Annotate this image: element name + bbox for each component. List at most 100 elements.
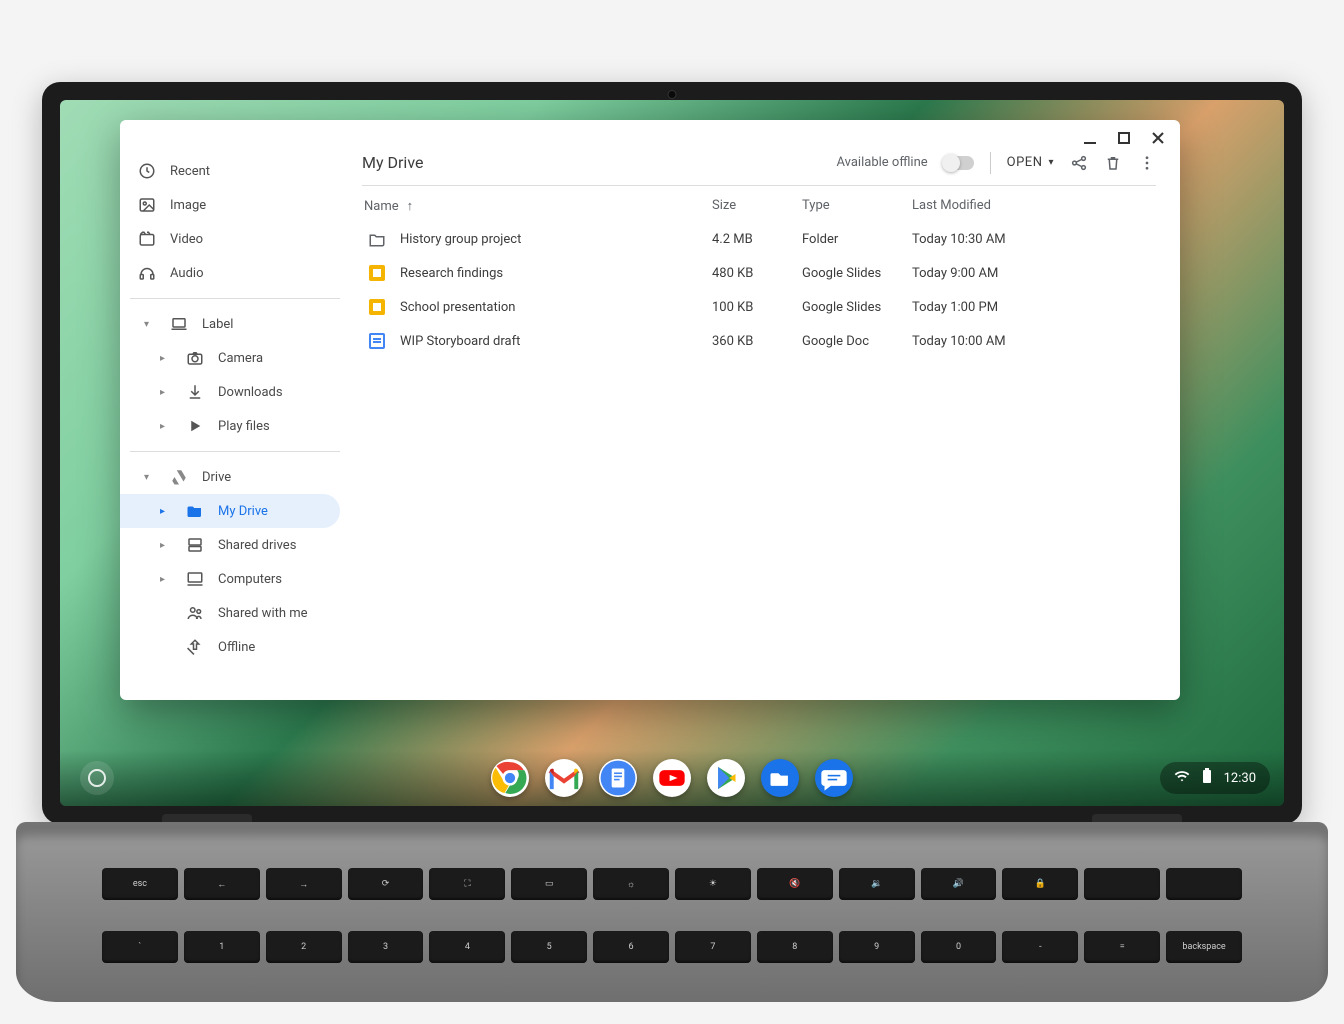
file-type: Google Slides xyxy=(802,300,912,315)
delete-button[interactable] xyxy=(1104,154,1122,172)
chevron-right-icon: ▸ xyxy=(160,421,172,432)
chevron-down-icon: ▾ xyxy=(144,319,156,330)
chrome-icon xyxy=(491,759,529,797)
sidebar-label: Video xyxy=(170,232,203,247)
chevron-right-icon: ▸ xyxy=(160,506,172,517)
sidebar-divider xyxy=(130,298,340,299)
file-row[interactable]: History group project 4.2 MB Folder Toda… xyxy=(362,222,1156,256)
file-row[interactable]: WIP Storyboard draft 360 KB Google Doc T… xyxy=(362,324,1156,358)
open-button[interactable]: OPEN ▾ xyxy=(1007,155,1054,170)
column-type[interactable]: Type xyxy=(802,198,912,214)
sidebar-label: Image xyxy=(170,198,206,213)
doc-icon xyxy=(368,332,386,350)
sidebar-label: Shared drives xyxy=(218,538,296,553)
file-name: History group project xyxy=(400,232,521,247)
laptop-icon xyxy=(170,315,188,333)
chevron-right-icon: ▸ xyxy=(160,387,172,398)
sidebar-label: Computers xyxy=(218,572,282,587)
drive-icon xyxy=(170,468,188,486)
sidebar-item-offline[interactable]: Offline xyxy=(120,630,350,664)
shelf: 12:30 xyxy=(60,750,1284,806)
file-row[interactable]: Research findings 480 KB Google Slides T… xyxy=(362,256,1156,290)
sidebar-item-video[interactable]: Video xyxy=(120,222,350,256)
shelf-app-messages[interactable] xyxy=(815,759,853,797)
docs-icon xyxy=(599,759,637,797)
sidebar-label: Offline xyxy=(218,640,255,655)
sidebar-label: My Drive xyxy=(218,504,268,519)
available-offline-label: Available offline xyxy=(837,155,928,170)
file-row[interactable]: School presentation 100 KB Google Slides… xyxy=(362,290,1156,324)
sidebar-item-image[interactable]: Image xyxy=(120,188,350,222)
sidebar-item-mydrive[interactable]: ▸ My Drive xyxy=(120,494,340,528)
sidebar-item-downloads[interactable]: ▸ Downloads xyxy=(120,375,350,409)
audio-icon xyxy=(138,264,156,282)
more-button[interactable] xyxy=(1138,154,1156,172)
download-icon xyxy=(186,383,204,401)
main-panel: My Drive Available offline OPEN ▾ xyxy=(350,120,1180,700)
status-tray[interactable]: 12:30 xyxy=(1160,762,1270,794)
sidebar-label: Downloads xyxy=(218,385,283,400)
chevron-right-icon: ▸ xyxy=(160,540,172,551)
available-offline-toggle[interactable] xyxy=(944,156,974,170)
chevron-right-icon: ▸ xyxy=(160,574,172,585)
shelf-app-chrome[interactable] xyxy=(491,759,529,797)
column-headers: Name ↑ Size Type Last Modified xyxy=(362,186,1156,222)
file-name: School presentation xyxy=(400,300,516,315)
keyboard: esc←→⟳⛶▭☼☀🔇🔉🔊🔒 `1234567890-=backspace xyxy=(102,868,1242,988)
sidebar-item-shared-with-me[interactable]: Shared with me xyxy=(120,596,350,630)
sidebar-item-computers[interactable]: ▸ Computers xyxy=(120,562,350,596)
file-name: WIP Storyboard draft xyxy=(400,334,520,349)
shelf-app-docs[interactable] xyxy=(599,759,637,797)
shelf-apps xyxy=(491,759,853,797)
file-size: 360 KB xyxy=(712,334,802,349)
column-type-label: Type xyxy=(802,198,830,213)
chevron-right-icon: ▸ xyxy=(160,353,172,364)
drive-folder-icon xyxy=(186,502,204,520)
sidebar: Recent Image Video Audio xyxy=(120,120,350,700)
file-modified: Today 10:30 AM xyxy=(912,232,1062,247)
sidebar-section-label[interactable]: ▾ Label xyxy=(120,307,350,341)
shelf-app-youtube[interactable] xyxy=(653,759,691,797)
chevron-down-icon: ▾ xyxy=(144,472,156,483)
shelf-app-play[interactable] xyxy=(707,759,745,797)
divider xyxy=(990,152,991,174)
laptop-bezel: Recent Image Video Audio xyxy=(42,82,1302,824)
sidebar-section-drive[interactable]: ▾ Drive xyxy=(120,460,350,494)
wifi-icon xyxy=(1174,768,1190,788)
shared-drives-icon xyxy=(186,536,204,554)
webcam xyxy=(668,90,677,99)
column-name-label: Name xyxy=(364,199,399,214)
sidebar-item-audio[interactable]: Audio xyxy=(120,256,350,290)
sidebar-item-shared-drives[interactable]: ▸ Shared drives xyxy=(120,528,350,562)
sidebar-item-recent[interactable]: Recent xyxy=(120,154,350,188)
page-title: My Drive xyxy=(362,153,837,172)
clock-icon xyxy=(138,162,156,180)
image-icon xyxy=(138,196,156,214)
screen: Recent Image Video Audio xyxy=(60,100,1284,806)
play-store-icon xyxy=(707,759,745,797)
folder-icon xyxy=(368,230,386,248)
slides-icon xyxy=(368,264,386,282)
column-modified-label: Last Modified xyxy=(912,198,991,213)
share-button[interactable] xyxy=(1070,154,1088,172)
sidebar-item-camera[interactable]: ▸ Camera xyxy=(120,341,350,375)
arrow-up-icon: ↑ xyxy=(407,198,414,214)
shared-with-me-icon xyxy=(186,604,204,622)
shelf-app-gmail[interactable] xyxy=(545,759,583,797)
window-minimize-button[interactable] xyxy=(1082,130,1098,146)
files-icon xyxy=(761,759,799,797)
window-close-button[interactable] xyxy=(1150,130,1166,146)
file-size: 100 KB xyxy=(712,300,802,315)
column-size[interactable]: Size xyxy=(712,198,802,214)
battery-icon xyxy=(1202,768,1212,788)
file-size: 4.2 MB xyxy=(712,232,802,247)
sidebar-label: Label xyxy=(202,317,233,332)
sidebar-item-playfiles[interactable]: ▸ Play files xyxy=(120,409,350,443)
offline-pin-icon xyxy=(186,638,204,656)
column-modified[interactable]: Last Modified xyxy=(912,198,1062,214)
column-name[interactable]: Name ↑ xyxy=(362,198,712,214)
file-size: 480 KB xyxy=(712,266,802,281)
launcher-button[interactable] xyxy=(80,761,114,795)
window-maximize-button[interactable] xyxy=(1116,130,1132,146)
shelf-app-files[interactable] xyxy=(761,759,799,797)
